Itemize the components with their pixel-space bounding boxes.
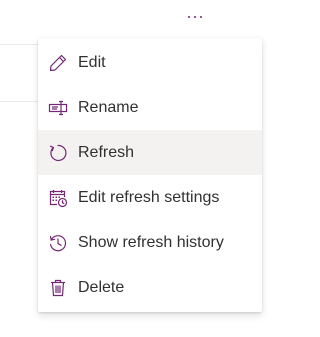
pencil-icon	[47, 52, 69, 74]
menu-item-label: Edit refresh settings	[78, 188, 220, 206]
refresh-icon	[47, 142, 69, 164]
menu-item-edit[interactable]: Edit	[38, 40, 262, 85]
menu-item-label: Delete	[78, 278, 125, 296]
menu-item-edit-refresh-settings[interactable]: Edit refresh settings	[38, 175, 262, 220]
calendar-clock-icon	[47, 187, 69, 209]
history-icon	[47, 232, 69, 254]
menu-item-label: Edit	[78, 53, 106, 71]
more-dot	[200, 16, 202, 18]
menu-item-label: Refresh	[78, 143, 135, 161]
menu-item-refresh[interactable]: Refresh	[38, 130, 262, 175]
trash-icon	[47, 277, 69, 299]
more-dot	[194, 16, 196, 18]
menu-item-show-refresh-history[interactable]: Show refresh history	[38, 220, 262, 265]
more-dot	[188, 16, 190, 18]
context-menu: Edit Rename Refresh Edit refresh setting…	[38, 38, 262, 312]
menu-item-label: Show refresh history	[78, 233, 224, 251]
menu-item-rename[interactable]: Rename	[38, 85, 262, 130]
more-options-button[interactable]	[180, 4, 210, 30]
menu-item-delete[interactable]: Delete	[38, 265, 262, 310]
menu-item-label: Rename	[78, 98, 139, 116]
rename-icon	[47, 97, 69, 119]
